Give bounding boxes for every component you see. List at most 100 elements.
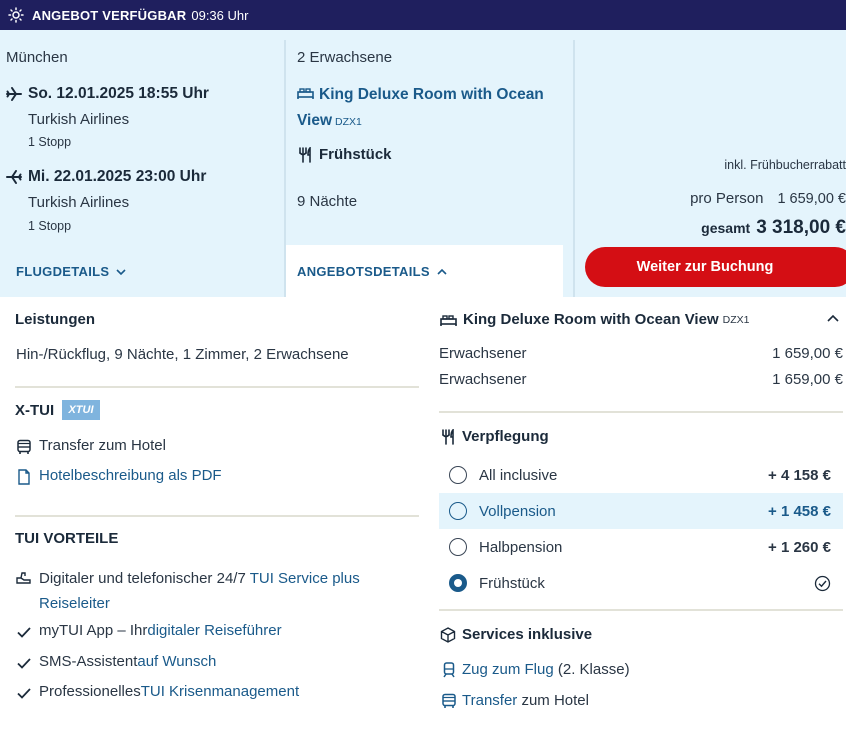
hotel-pdf-label: Hotelbeschreibung als PDF	[39, 467, 222, 484]
cutlery-icon	[297, 146, 313, 163]
radio-button[interactable]	[449, 538, 467, 556]
radio-button[interactable]	[449, 502, 467, 520]
price-row-value: 1 659,00 €	[772, 345, 843, 362]
bed-icon	[440, 313, 457, 327]
board-option-vollpension[interactable]: Vollpension + 1 458 €	[439, 493, 843, 529]
room-price-code: DZX1	[722, 313, 750, 326]
sun-icon	[8, 7, 24, 23]
advantage-text-part: Digitaler und telefonischer 24/7	[39, 570, 250, 587]
check-icon	[16, 685, 32, 701]
advantage-text: Professionelles	[39, 683, 141, 700]
services-summary: Hin-/Rückflug, 9 Nächte, 1 Zimmer, 2 Erw…	[16, 346, 349, 363]
total-value: 3 318,00 €	[756, 217, 846, 238]
board-options-label: Verpflegung	[462, 428, 549, 445]
transfer-label: Transfer zum Hotel	[39, 437, 166, 454]
advantage-text: Digitaler und telefonischer 24/7 TUI Ser…	[39, 566, 416, 616]
banner-title: ANGEBOT VERFÜGBAR	[32, 7, 187, 23]
train-icon	[441, 661, 457, 678]
price-row-value: 1 659,00 €	[772, 371, 843, 388]
advantages-heading: TUI VORTEILE	[15, 530, 119, 547]
board-option-label: All inclusive	[479, 466, 558, 484]
included-label: Services inklusive	[462, 626, 593, 643]
board-option-fruehstueck[interactable]: Frühstück	[439, 565, 843, 601]
chevron-up-icon[interactable]	[826, 313, 840, 325]
advantage-link[interactable]: auf Wunsch	[137, 653, 216, 670]
flight-details-label: FLUGDETAILS	[16, 264, 110, 279]
divider	[15, 386, 419, 388]
discount-note: inkl. Frühbucherrabatt	[724, 158, 846, 172]
check-icon	[16, 624, 32, 640]
advantage-link[interactable]: digitaler Reiseführer	[147, 622, 281, 639]
board-option-all-inclusive[interactable]: All inclusive + 4 158 €	[439, 457, 843, 493]
price-row: Erwachsener 1 659,00 €	[439, 371, 843, 388]
bus-icon	[441, 693, 457, 709]
board-option-label: Halbpension	[479, 538, 563, 556]
advantage-text: myTUI App – Ihr	[39, 622, 148, 639]
outbound-stops: 1 Stopp	[28, 135, 72, 149]
divider	[15, 515, 419, 517]
services-heading: Leistungen	[15, 311, 96, 328]
price-row-label: Erwachsener	[439, 371, 527, 388]
chevron-up-icon	[436, 266, 448, 278]
outbound-date: So. 12.01.2025 18:55 Uhr	[28, 85, 209, 102]
total-label: gesamt	[701, 220, 751, 236]
inbound-stops: 1 Stopp	[28, 219, 72, 233]
check-circle-icon	[814, 575, 831, 592]
included-heading: Services inklusive	[440, 626, 592, 643]
service-hands-icon	[16, 570, 32, 586]
offer-details-link[interactable]: ANGEBOTSDETAILS	[297, 264, 448, 279]
transfer-item: Transfer zum Hotel	[16, 437, 166, 455]
board-option-price: + 4 158 €	[768, 466, 831, 484]
train-suffix: (2. Klasse)	[553, 661, 630, 678]
cutlery-icon	[440, 428, 456, 445]
offer-details-label: ANGEBOTSDETAILS	[297, 264, 430, 279]
per-person-value: 1 659,00 €	[777, 191, 846, 207]
board-option-price: + 1 458 €	[768, 502, 831, 520]
column-divider	[573, 40, 575, 297]
continue-booking-button[interactable]: Weiter zur Buchung	[585, 247, 846, 287]
flight-details-link[interactable]: FLUGDETAILS	[16, 264, 127, 279]
price-per-person: pro Person 1 659,00 €	[690, 190, 846, 207]
advantage-item: Professionelles TUI Krisenmanagement	[16, 683, 299, 701]
check-icon	[16, 655, 32, 671]
inbound-flight: Mi. 22.01.2025 23:00 Uhr	[6, 168, 206, 186]
advantage-link[interactable]: TUI Krisenmanagement	[141, 683, 299, 700]
inbound-date: Mi. 22.01.2025 23:00 Uhr	[28, 168, 207, 185]
transfer-link[interactable]: Transfer	[462, 692, 517, 709]
plane-return-icon	[6, 169, 22, 185]
train-link[interactable]: Zug zum Flug	[462, 661, 554, 678]
outbound-flight: So. 12.01.2025 18:55 Uhr	[6, 85, 209, 103]
package-icon	[440, 626, 456, 643]
document-icon	[16, 469, 32, 485]
price-row: Erwachsener 1 659,00 €	[439, 345, 843, 362]
advantage-item: myTUI App – Ihr digitaler Reiseführer	[16, 622, 282, 640]
radio-button[interactable]	[449, 466, 467, 484]
advantage-item: SMS-Assistent auf Wunsch	[16, 653, 216, 671]
inbound-airline: Turkish Airlines	[28, 194, 130, 211]
transfer-service: Transfer zum Hotel	[441, 692, 589, 709]
banner-time: 09:36 Uhr	[191, 7, 249, 23]
bed-icon	[297, 86, 314, 100]
radio-button-selected[interactable]	[449, 574, 467, 592]
offer-banner: ANGEBOT VERFÜGBAR 09:36 Uhr	[0, 0, 846, 30]
board-option-price: + 1 260 €	[768, 538, 831, 556]
board-options-heading: Verpflegung	[440, 428, 549, 445]
room-code: DZX1	[335, 116, 362, 128]
divider	[439, 411, 843, 413]
advantage-item: Digitaler und telefonischer 24/7 TUI Ser…	[16, 566, 416, 616]
xtui-badge: XTUI	[62, 400, 100, 420]
price-row-label: Erwachsener	[439, 345, 527, 362]
bus-icon	[16, 439, 32, 455]
board-option-halbpension[interactable]: Halbpension + 1 260 €	[439, 529, 843, 565]
room-price-heading: King Deluxe Room with Ocean View DZX1	[440, 311, 749, 328]
hotel-pdf-link[interactable]: Hotelbeschreibung als PDF	[16, 467, 222, 485]
chevron-down-icon	[115, 266, 127, 278]
room-type-link[interactable]: King Deluxe Room with Ocean View DZX1	[297, 82, 557, 135]
total-price: gesamt 3 318,00 €	[701, 217, 846, 239]
plane-departure-icon	[6, 86, 22, 102]
advantage-text: SMS-Assistent	[39, 653, 138, 670]
travellers: 2 Erwachsene	[297, 49, 393, 66]
per-person-label: pro Person	[690, 190, 764, 207]
divider	[439, 609, 843, 611]
departure-city: München	[6, 49, 68, 66]
